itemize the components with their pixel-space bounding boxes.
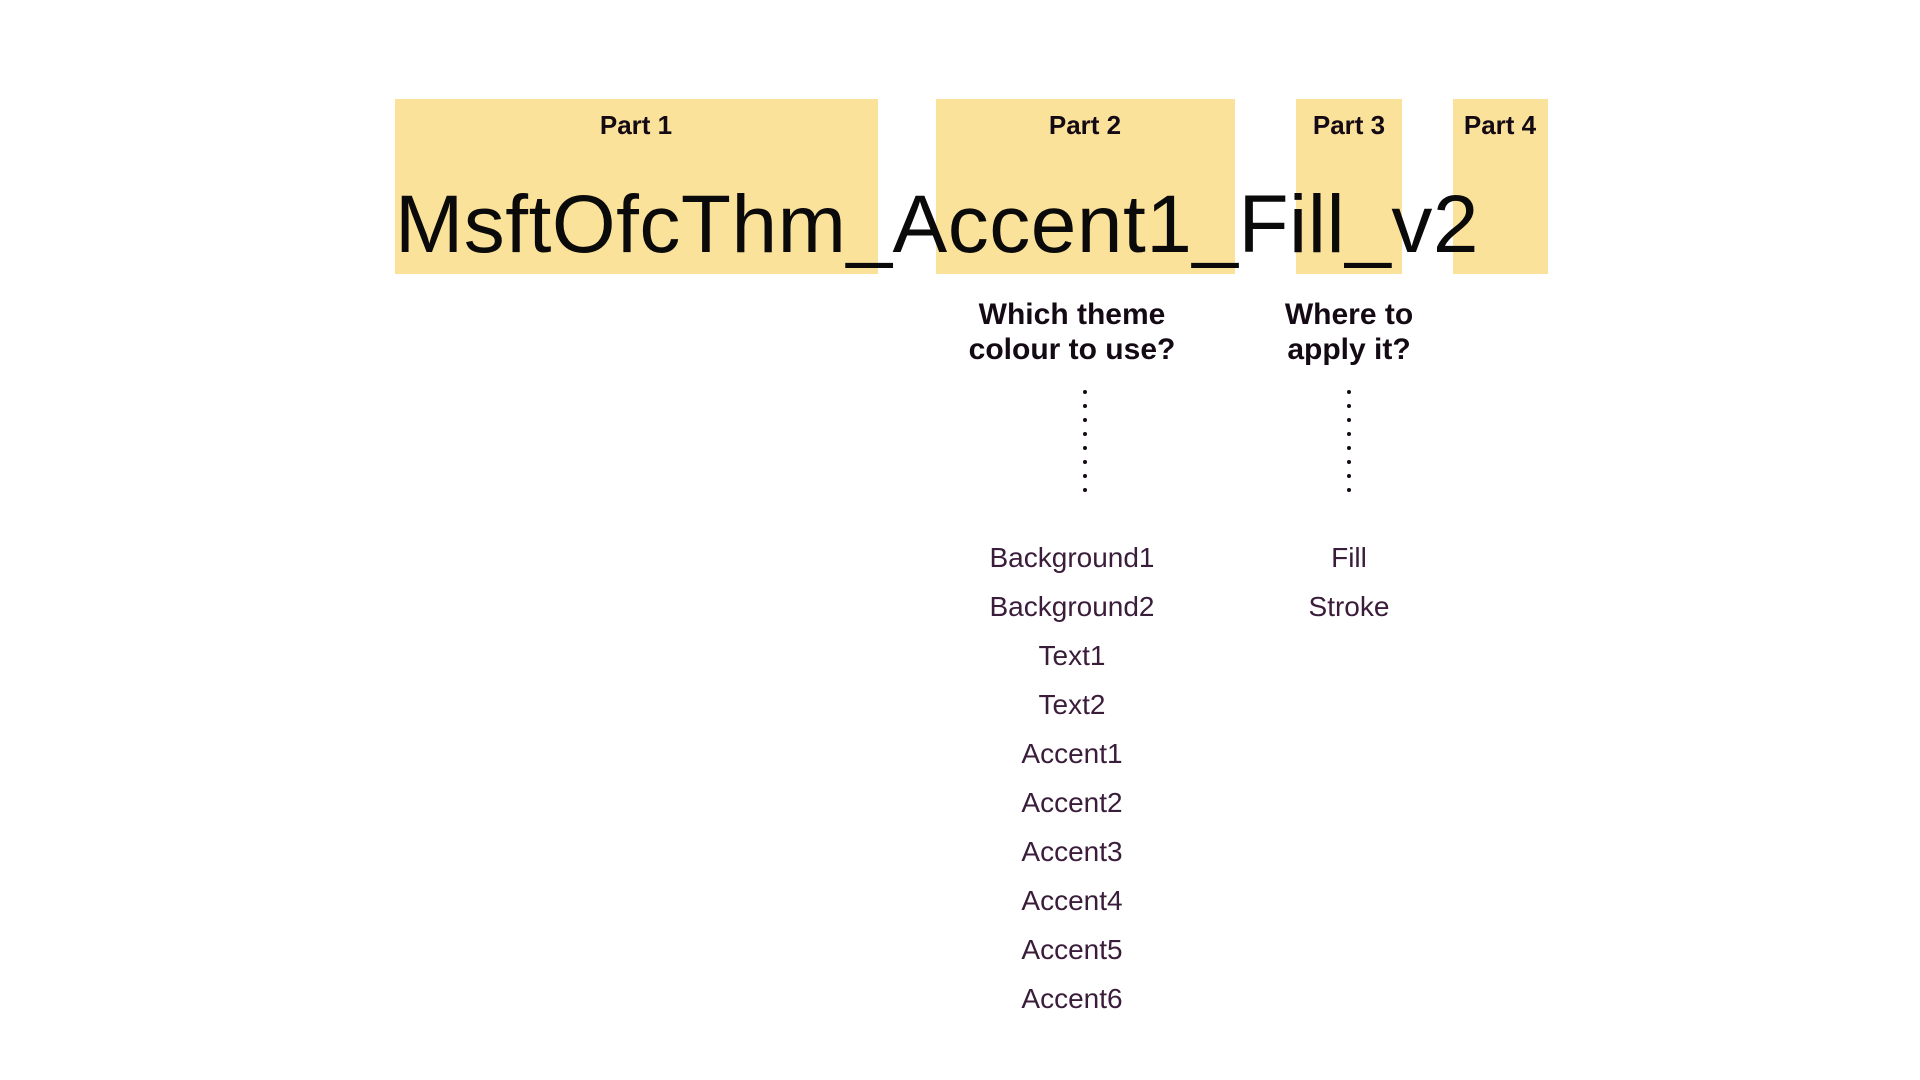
option-item: Accent5 xyxy=(1021,934,1122,966)
diagram-canvas: Part 1 Part 2 Part 3 Part 4 MsftOfcThm_A… xyxy=(0,0,1920,1080)
label-part-3: Part 3 xyxy=(1289,110,1409,141)
question-part-2: Which theme colour to use? xyxy=(969,298,1176,367)
segment-part-4: v2 xyxy=(1391,179,1479,270)
separator-1: _ xyxy=(846,179,892,270)
option-item: Accent3 xyxy=(1021,836,1122,868)
option-item: Text1 xyxy=(1039,640,1106,672)
option-item: Accent2 xyxy=(1021,787,1122,819)
segment-part-1: MsftOfcThm xyxy=(395,179,846,270)
option-item: Accent6 xyxy=(1021,983,1122,1015)
label-part-4: Part 4 xyxy=(1440,110,1560,141)
option-item: Text2 xyxy=(1039,689,1106,721)
option-item: Fill xyxy=(1331,542,1367,574)
segment-part-3: Fill xyxy=(1238,179,1345,270)
separator-3: _ xyxy=(1345,179,1391,270)
separator-2: _ xyxy=(1192,179,1238,270)
title-string: MsftOfcThm_Accent1_Fill_v2 xyxy=(395,178,1479,272)
option-item: Background2 xyxy=(989,591,1154,623)
label-part-2: Part 2 xyxy=(1025,110,1145,141)
options-part-2: Background1 Background2 Text1 Text2 Acce… xyxy=(989,542,1154,1015)
dots-part-2 xyxy=(1083,390,1087,492)
question-part-3: Where to apply it? xyxy=(1285,298,1413,367)
option-item: Background1 xyxy=(989,542,1154,574)
option-item: Accent4 xyxy=(1021,885,1122,917)
options-part-3: Fill Stroke xyxy=(1309,542,1390,623)
option-item: Accent1 xyxy=(1021,738,1122,770)
option-item: Stroke xyxy=(1309,591,1390,623)
dots-part-3 xyxy=(1347,390,1351,492)
label-part-1: Part 1 xyxy=(576,110,696,141)
segment-part-2: Accent1 xyxy=(893,179,1193,270)
